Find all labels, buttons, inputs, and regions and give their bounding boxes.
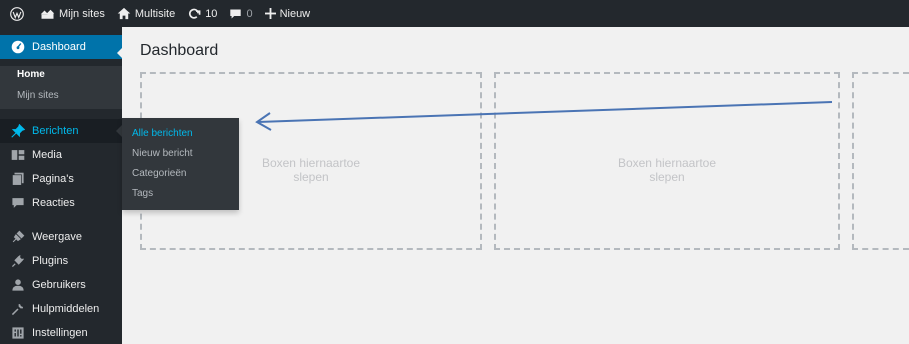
annotation-arrow [255, 101, 833, 131]
